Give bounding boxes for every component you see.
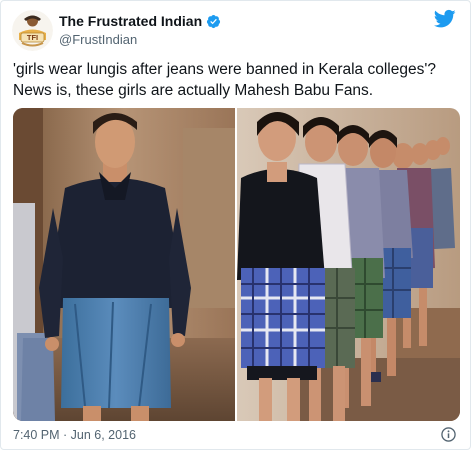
author-name-row: The Frustrated Indian [59, 13, 221, 29]
avatar-cartoon-icon: TFI [12, 10, 53, 51]
twitter-bird-icon[interactable] [434, 9, 456, 29]
tweet-text-line: 'girls wear lungis after jeans were bann… [13, 61, 436, 78]
man-in-lungi-photo [13, 108, 235, 421]
girls-in-lungis-photo [237, 108, 460, 421]
info-icon[interactable] [441, 427, 456, 442]
author-avatar[interactable]: TFI [12, 10, 53, 51]
photo-man-in-lungi[interactable] [13, 108, 235, 421]
avatar-logo-text: TFI [27, 33, 38, 42]
author-handle[interactable]: @FrustIndian [59, 32, 137, 47]
tweet-card: TFI The Frustrated Indian @FrustIndian '… [0, 0, 471, 450]
author-display-name[interactable]: The Frustrated Indian [59, 13, 202, 29]
tweet-timestamp[interactable]: 7:40 PM · Jun 6, 2016 [13, 428, 136, 442]
tweet-media[interactable] [13, 108, 460, 421]
verified-badge-icon [207, 14, 221, 28]
photo-girls-in-lungis[interactable] [237, 108, 460, 421]
tweet-text-line: News is, these girls are actually Mahesh… [13, 82, 374, 99]
tweet-text: 'girls wear lungis after jeans were bann… [13, 59, 463, 101]
